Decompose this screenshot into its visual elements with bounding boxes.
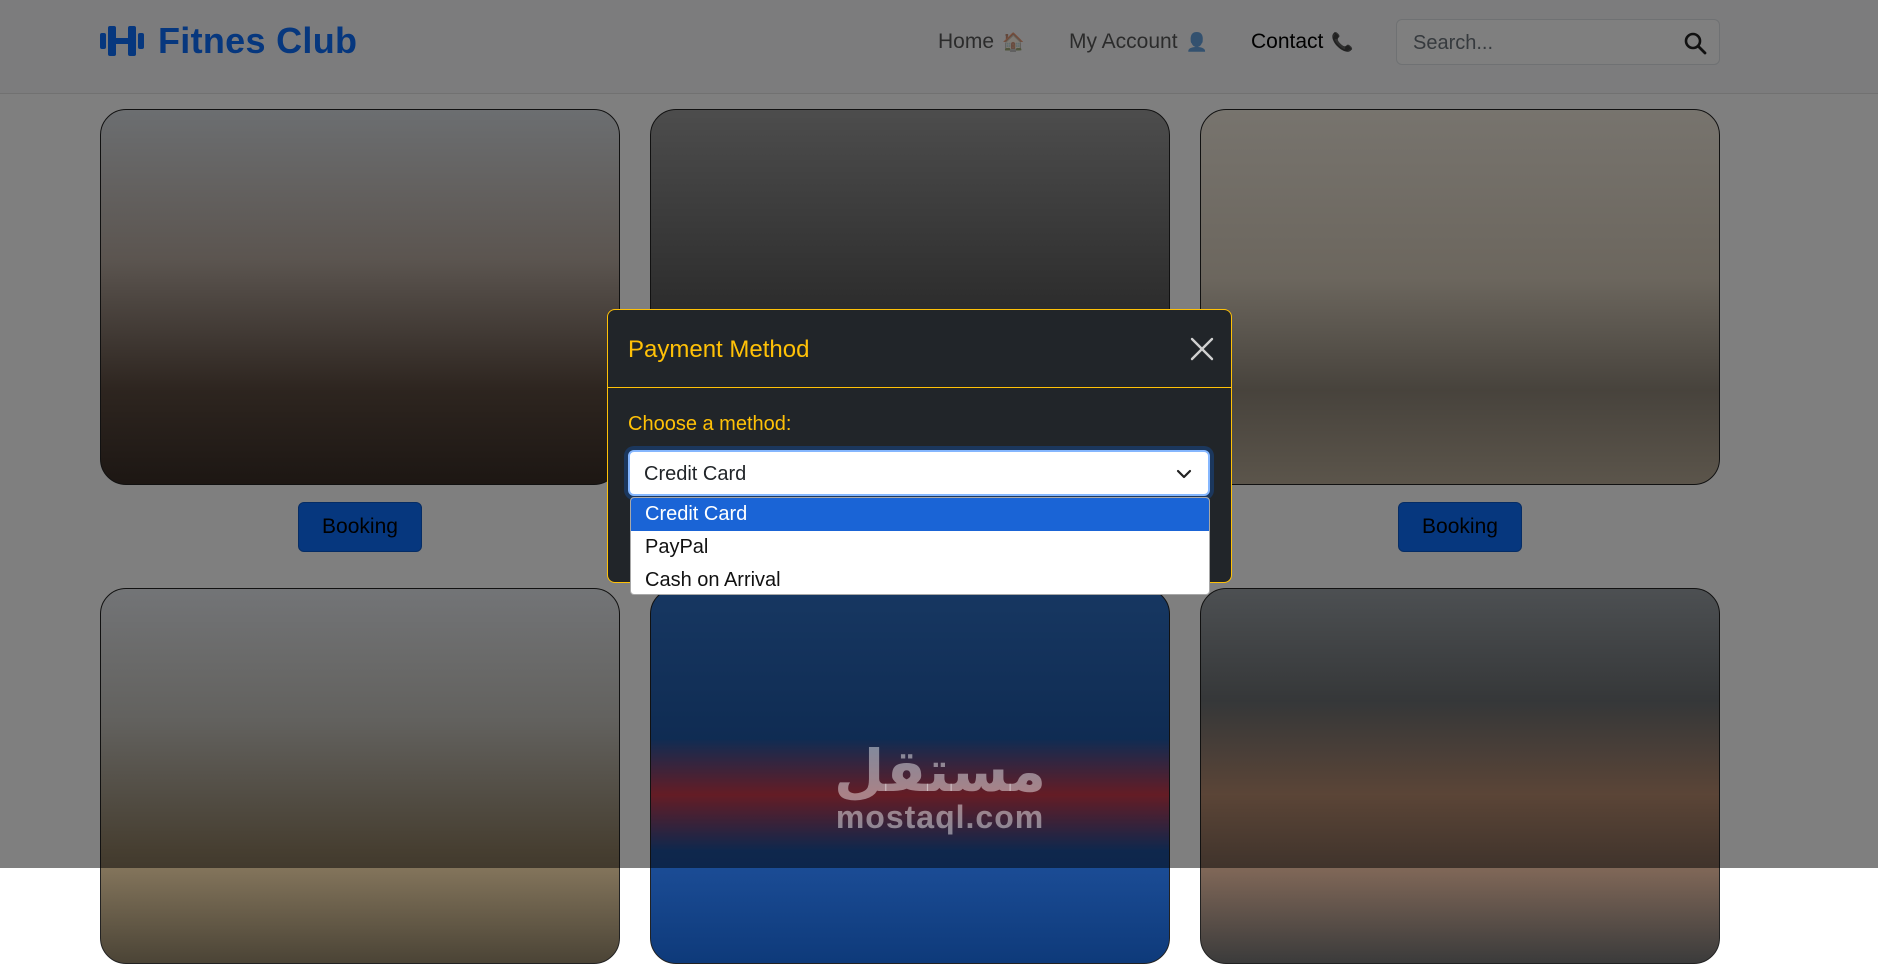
close-icon[interactable]	[1189, 336, 1215, 362]
watermark: مستقل mostaql.com	[825, 742, 1055, 834]
watermark-arabic: مستقل	[833, 737, 1047, 805]
selected-method: Credit Card	[644, 463, 747, 485]
watermark-latin: mostaql.com	[835, 799, 1045, 835]
payment-method-options: Credit Card PayPal Cash on Arrival	[630, 497, 1210, 595]
payment-method-select[interactable]: Credit Card	[628, 450, 1210, 496]
modal-title: Payment Method	[628, 336, 810, 363]
option-paypal[interactable]: PayPal	[631, 531, 1209, 564]
chevron-down-icon	[1176, 469, 1192, 479]
option-cash-on-arrival[interactable]: Cash on Arrival	[631, 564, 1209, 594]
modal-header: Payment Method	[608, 310, 1231, 388]
method-label: Choose a method:	[628, 413, 792, 435]
option-credit-card[interactable]: Credit Card	[631, 498, 1209, 531]
